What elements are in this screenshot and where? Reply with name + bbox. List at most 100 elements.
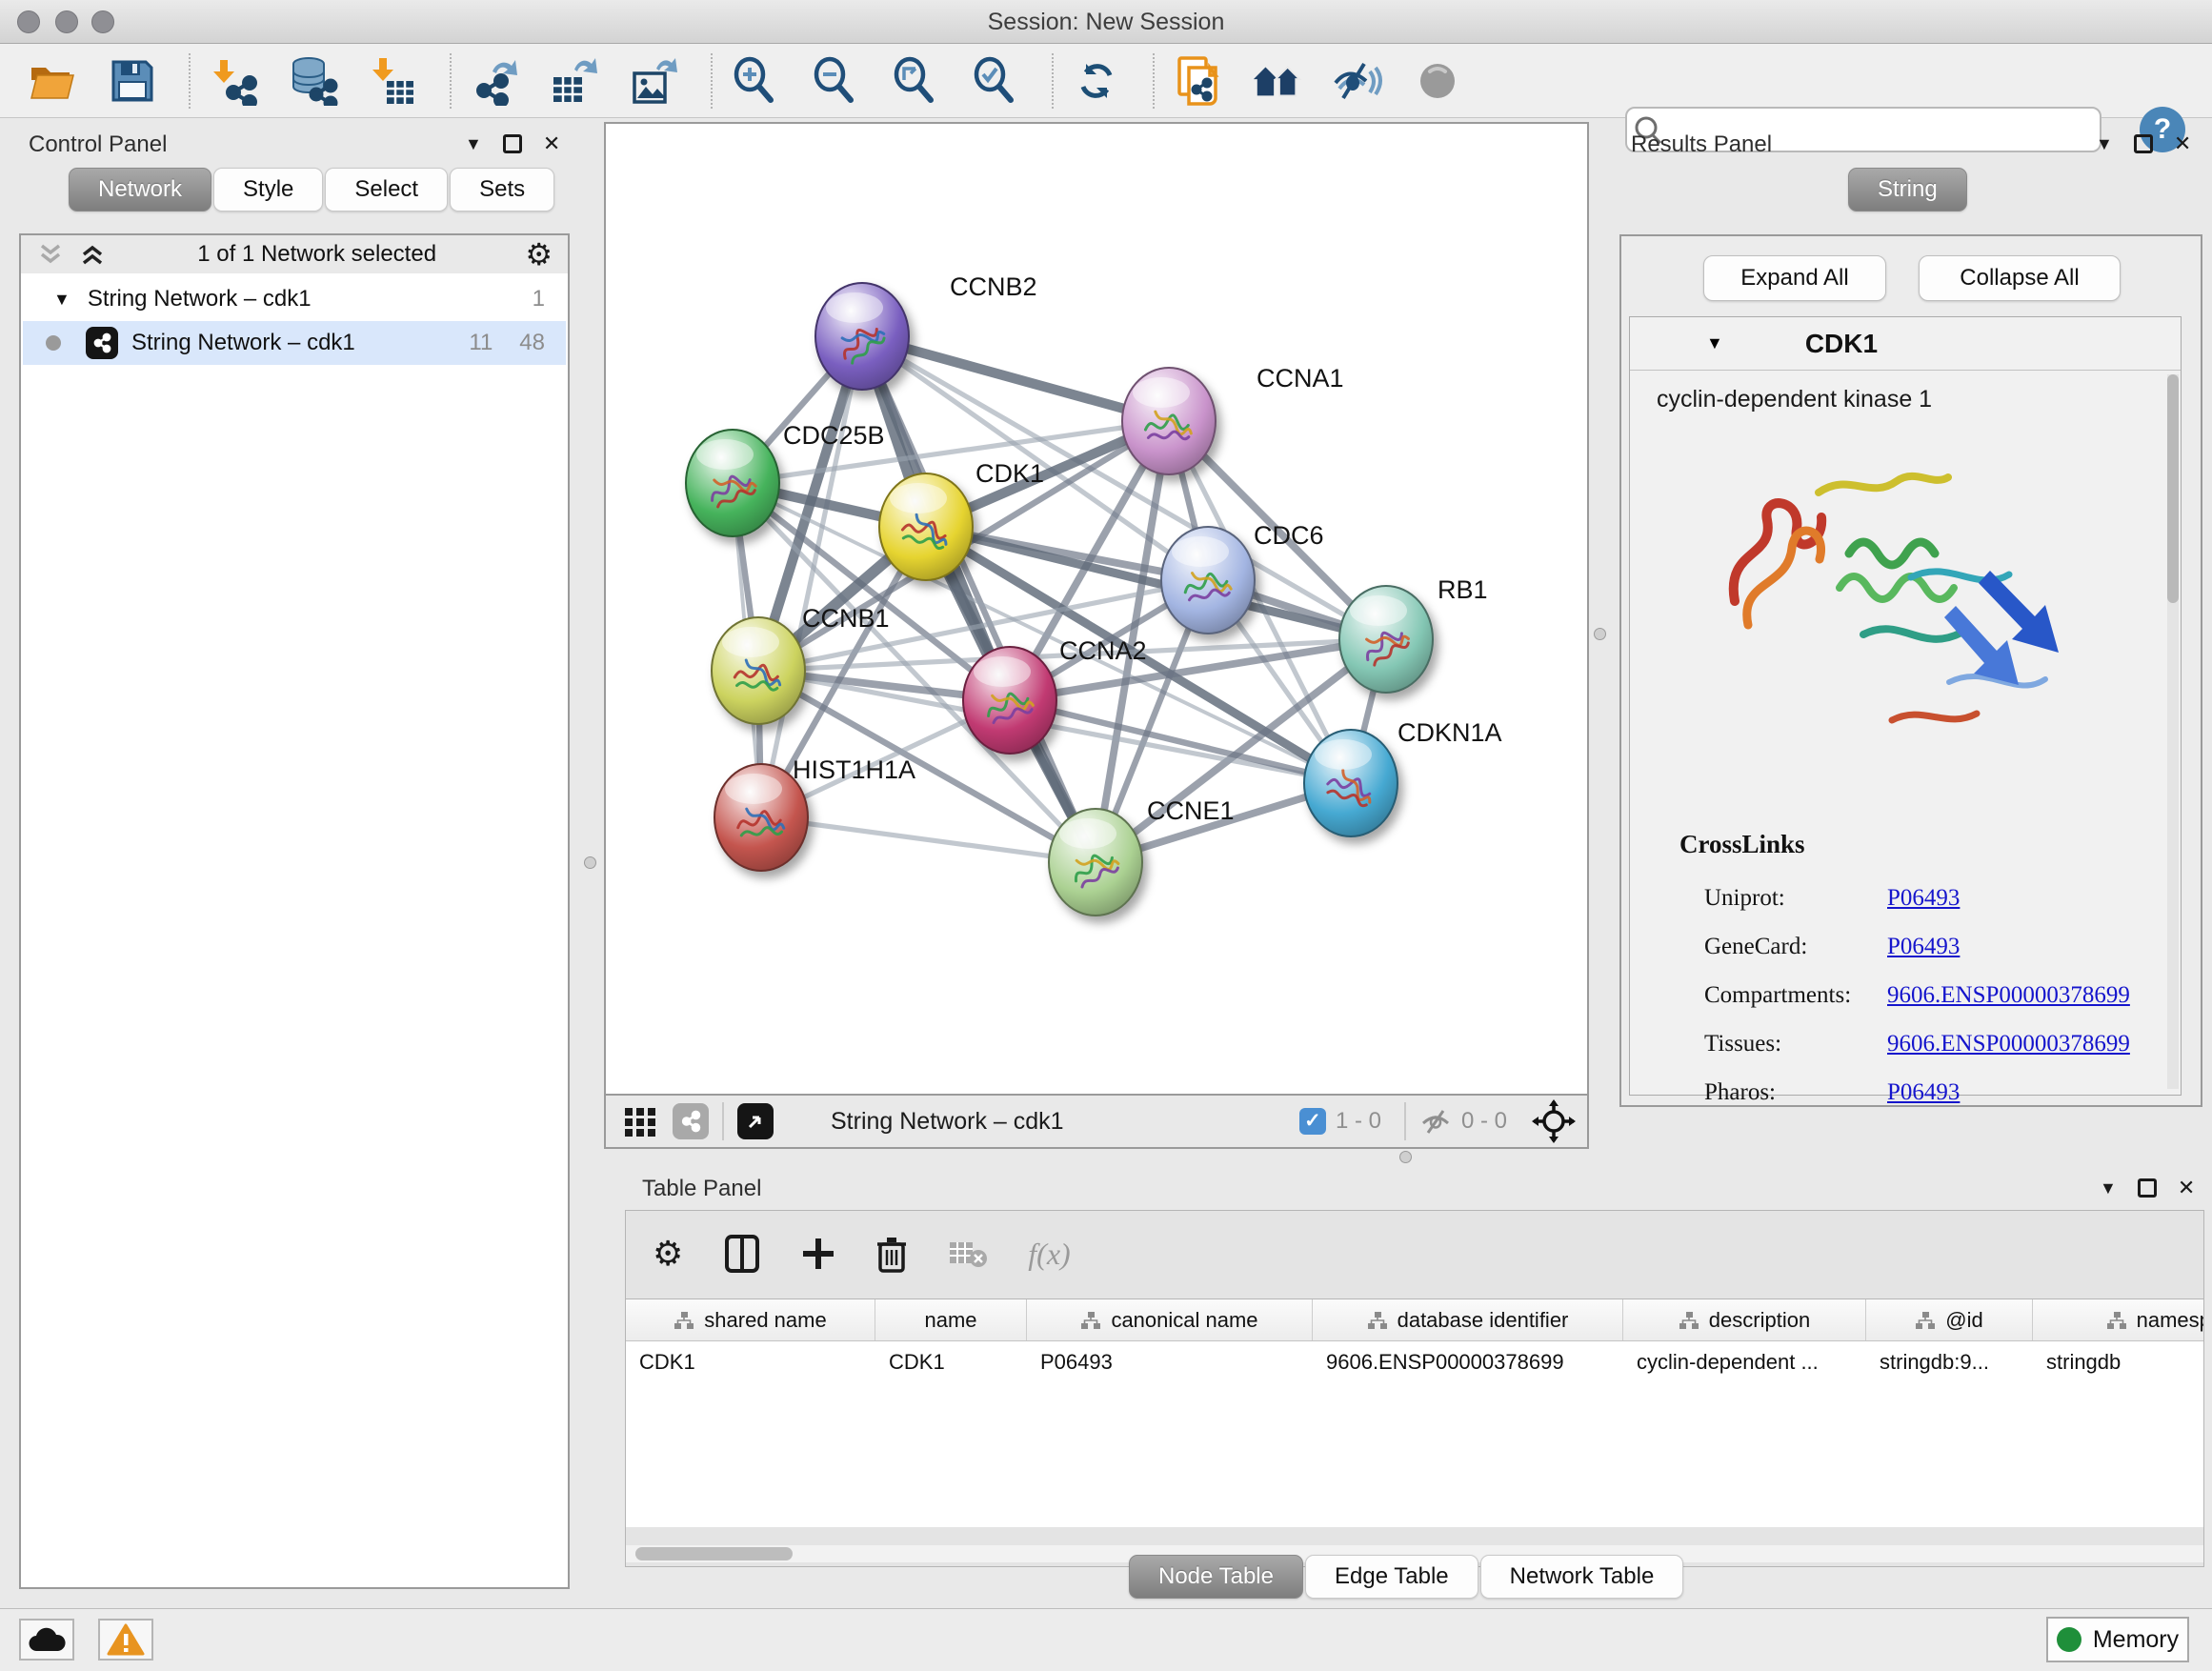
- function-builder-icon[interactable]: f(x): [1028, 1237, 1070, 1272]
- refresh-view-icon[interactable]: [1071, 53, 1122, 109]
- column-header-shared-name[interactable]: shared name: [626, 1299, 875, 1340]
- network-node-RB1[interactable]: [1339, 586, 1433, 693]
- table-cell[interactable]: stringdb:9...: [1866, 1341, 2033, 1383]
- close-panel-icon[interactable]: ✕: [543, 133, 560, 154]
- network-node-CDKN1A[interactable]: [1304, 730, 1398, 836]
- import-table-file-icon[interactable]: [368, 53, 419, 109]
- network-node-CCNB1[interactable]: [712, 617, 805, 724]
- tab-node-table[interactable]: Node Table: [1129, 1555, 1303, 1599]
- network-node-CCNA1[interactable]: [1122, 368, 1216, 474]
- table-options-gear-icon[interactable]: ⚙: [653, 1234, 683, 1274]
- network-collection-row[interactable]: ▼ String Network – cdk1 1: [23, 277, 566, 321]
- tab-string[interactable]: String: [1848, 168, 1967, 211]
- show-all-icon[interactable]: [1412, 53, 1463, 109]
- zoom-out-icon[interactable]: [810, 53, 861, 109]
- network-row[interactable]: String Network – cdk1 11 48: [23, 321, 566, 365]
- import-network-file-icon[interactable]: [208, 53, 259, 109]
- column-header-canonical-name[interactable]: canonical name: [1027, 1299, 1313, 1340]
- network-options-gear-icon[interactable]: ⚙: [525, 236, 553, 272]
- network-canvas[interactable]: CCNB2CCNA1CDC25BCDK1CDC6RB1CCNB1CCNA2CDK…: [606, 124, 1587, 1094]
- open-session-icon[interactable]: [27, 53, 78, 109]
- section-disclosure-icon[interactable]: ▼: [1706, 333, 1723, 353]
- warnings-button[interactable]: [98, 1619, 153, 1661]
- table-cell[interactable]: CDK1: [875, 1341, 1027, 1383]
- maximize-panel-icon[interactable]: [2138, 1178, 2157, 1198]
- network-node-CCNA2[interactable]: [963, 647, 1056, 754]
- maximize-panel-icon[interactable]: [2134, 134, 2153, 153]
- zoom-in-icon[interactable]: [730, 53, 781, 109]
- delete-column-icon[interactable]: [875, 1235, 908, 1273]
- zoom-fit-icon[interactable]: [890, 53, 941, 109]
- table-cell[interactable]: CDK1: [626, 1341, 875, 1383]
- crosslink-link[interactable]: 9606.ENSP00000378699: [1887, 982, 2130, 1009]
- collapse-all-chevron-icon[interactable]: [34, 240, 67, 269]
- network-edge[interactable]: [761, 817, 1096, 862]
- crosslink-link[interactable]: P06493: [1887, 885, 1960, 912]
- import-network-database-icon[interactable]: [288, 53, 339, 109]
- control-tab-style[interactable]: Style: [213, 168, 323, 211]
- export-table-icon[interactable]: [549, 53, 600, 109]
- hidden-eye-icon[interactable]: [1419, 1107, 1452, 1136]
- column-header--id[interactable]: @id: [1866, 1299, 2033, 1340]
- first-neighbors-icon[interactable]: [1252, 53, 1303, 109]
- table-cell[interactable]: 9606.ENSP00000378699: [1313, 1341, 1623, 1383]
- network-node-CDK1[interactable]: [879, 473, 973, 580]
- save-session-icon[interactable]: [107, 53, 158, 109]
- left-splitter-handle[interactable]: [584, 856, 596, 869]
- table-row[interactable]: CDK1CDK1P064939606.ENSP00000378699cyclin…: [626, 1341, 2203, 1383]
- zoom-selected-icon[interactable]: [970, 53, 1021, 109]
- control-tab-network[interactable]: Network: [69, 168, 211, 211]
- export-network-icon[interactable]: [469, 53, 520, 109]
- column-header-database-identifier[interactable]: database identifier: [1313, 1299, 1623, 1340]
- network-node-CDC6[interactable]: [1161, 527, 1255, 634]
- right-splitter-handle[interactable]: [1594, 628, 1606, 640]
- control-tab-sets[interactable]: Sets: [450, 168, 554, 211]
- gene-section-header[interactable]: ▼ CDK1: [1630, 317, 2181, 371]
- network-view-title: String Network – cdk1: [831, 1108, 1299, 1136]
- results-scrollbar[interactable]: [2167, 374, 2179, 1089]
- tab-network-table[interactable]: Network Table: [1480, 1555, 1684, 1599]
- network-thumbnail-icon[interactable]: [673, 1103, 709, 1139]
- float-panel-icon[interactable]: ▼: [2096, 133, 2113, 154]
- column-header-description[interactable]: description: [1623, 1299, 1866, 1340]
- network-node-CCNB2[interactable]: [815, 283, 909, 390]
- crosslink-link[interactable]: P06493: [1887, 1079, 1960, 1106]
- table-tabs: Node TableEdge TableNetwork Table: [1129, 1555, 1685, 1599]
- column-header-label: database identifier: [1398, 1308, 1569, 1333]
- float-panel-icon[interactable]: ▼: [465, 133, 482, 154]
- network-edge[interactable]: [761, 336, 862, 817]
- table-cell[interactable]: cyclin-dependent ...: [1623, 1341, 1866, 1383]
- selected-checkbox-icon[interactable]: ✓: [1299, 1108, 1326, 1135]
- network-node-CCNE1[interactable]: [1049, 809, 1142, 916]
- detach-view-icon[interactable]: [737, 1103, 774, 1139]
- expand-all-chevron-icon[interactable]: [76, 240, 109, 269]
- create-column-icon[interactable]: [801, 1237, 835, 1271]
- collection-disclosure-icon[interactable]: ▼: [53, 290, 70, 310]
- float-panel-icon[interactable]: ▼: [2100, 1178, 2117, 1198]
- grid-view-icon[interactable]: [621, 1102, 659, 1140]
- column-header-name[interactable]: name: [875, 1299, 1027, 1340]
- cloud-button[interactable]: [19, 1619, 74, 1661]
- table-cell[interactable]: stringdb: [2033, 1341, 2203, 1383]
- collapse-all-button[interactable]: Collapse All: [1919, 255, 2121, 301]
- column-header-namespace[interactable]: namespace: [2033, 1299, 2203, 1340]
- tab-edge-table[interactable]: Edge Table: [1305, 1555, 1478, 1599]
- network-node-CDC25B[interactable]: [686, 430, 779, 536]
- hide-selected-icon[interactable]: [1332, 53, 1383, 109]
- close-panel-icon[interactable]: ✕: [2174, 133, 2191, 154]
- delete-table-icon[interactable]: [948, 1238, 988, 1270]
- crosslink-link[interactable]: P06493: [1887, 934, 1960, 960]
- crosslink-label: Uniprot:: [1704, 885, 1887, 912]
- clone-network-icon[interactable]: [1172, 53, 1223, 109]
- show-columns-icon[interactable]: [723, 1234, 761, 1274]
- close-panel-icon[interactable]: ✕: [2178, 1178, 2195, 1198]
- control-tab-select[interactable]: Select: [325, 168, 448, 211]
- maximize-panel-icon[interactable]: [503, 134, 522, 153]
- export-image-icon[interactable]: [629, 53, 680, 109]
- birds-eye-view-icon[interactable]: [1532, 1099, 1576, 1143]
- table-cell[interactable]: P06493: [1027, 1341, 1313, 1383]
- expand-all-button[interactable]: Expand All: [1703, 255, 1886, 301]
- memory-button[interactable]: Memory: [2046, 1617, 2189, 1662]
- crosslink-link[interactable]: 9606.ENSP00000378699: [1887, 1031, 2130, 1057]
- bottom-splitter-handle[interactable]: [1399, 1151, 1412, 1163]
